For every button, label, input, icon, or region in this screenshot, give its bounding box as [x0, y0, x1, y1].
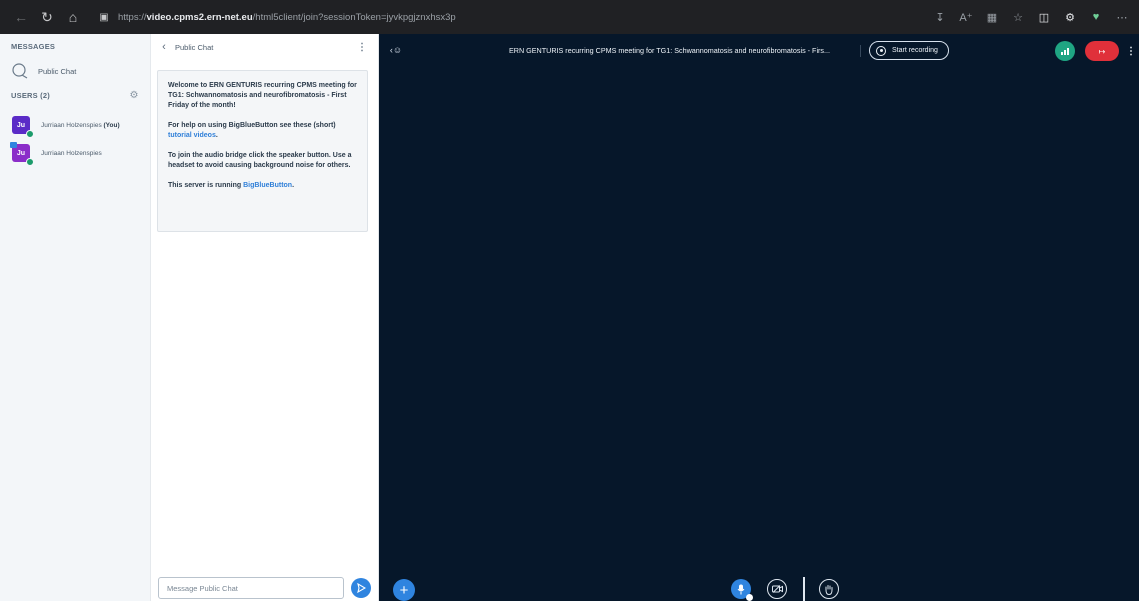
browser-toolbar: ← ↻ ⌂ ▣ https://video.cpms2.ern-net.eu/h…: [0, 0, 1139, 34]
presentation-area: ‹☺ ERN GENTURIS recurring CPMS meeting f…: [379, 34, 1139, 601]
server-text: This server is running BigBlueButton.: [168, 181, 357, 191]
chat-options-icon[interactable]: ⋮: [357, 40, 367, 54]
audio-settings-dot[interactable]: [746, 594, 753, 601]
bigbluebutton-link[interactable]: BigBlueButton: [243, 182, 292, 189]
user-name: Jurriaan Holzenspies: [41, 149, 102, 157]
url-scheme: https://: [118, 11, 147, 23]
avatar: Ju: [12, 116, 34, 138]
chat-header: ‹ Public Chat ⋮: [151, 34, 379, 60]
sidebar-item-public-chat[interactable]: Public Chat: [10, 62, 145, 80]
read-aloud-icon[interactable]: A⁺: [955, 4, 977, 30]
send-icon: [357, 583, 366, 593]
split-screen-icon[interactable]: ◫: [1033, 4, 1055, 30]
url-host: video.cpms2.ern-net.eu: [146, 11, 253, 23]
avatar-initials: Ju: [16, 149, 26, 157]
camera-badge-icon: [10, 142, 17, 148]
chat-title[interactable]: Public Chat: [175, 43, 213, 52]
user-list-item[interactable]: Ju Jurriaan Holzenspies (You): [12, 113, 147, 138]
avatar-initials: Ju: [16, 121, 26, 129]
user-name: Jurriaan Holzenspies (You): [41, 122, 120, 129]
refresh-icon[interactable]: ↻: [34, 4, 60, 30]
collections-icon[interactable]: ⚙: [1059, 4, 1081, 30]
public-chat-label: Public Chat: [38, 66, 77, 76]
share-webcam-button[interactable]: [767, 579, 787, 599]
browser-essentials-icon[interactable]: ♥: [1085, 4, 1107, 30]
nav-bar: ‹☺ ERN GENTURIS recurring CPMS meeting f…: [379, 34, 1139, 68]
chevron-left-icon[interactable]: ‹: [158, 41, 170, 53]
toolbar-divider: [803, 577, 805, 601]
public-chat-panel: ‹ Public Chat ⋮ Welcome to ERN GENTURIS …: [151, 34, 379, 601]
extensions-icon[interactable]: ▦: [981, 4, 1003, 30]
user-list-item[interactable]: Ju Jurriaan Holzenspies: [10, 141, 147, 166]
voice-status-icon: [26, 130, 34, 138]
server-prefix: This server is running: [168, 182, 242, 189]
record-label: Start recording: [892, 47, 938, 54]
favorite-star-icon[interactable]: ☆: [1007, 4, 1029, 30]
help-prefix: For help on using BigBlueButton see thes…: [168, 122, 336, 129]
gear-icon[interactable]: ⚙: [128, 89, 140, 101]
connection-status-button[interactable]: [1055, 41, 1075, 61]
chat-message-input[interactable]: Message Public Chat: [158, 577, 344, 599]
audio-text: To join the audio bridge click the speak…: [168, 152, 352, 169]
home-icon[interactable]: ⌂: [60, 4, 86, 30]
raise-hand-button[interactable]: [819, 579, 839, 599]
start-recording-button[interactable]: Start recording: [869, 41, 949, 60]
welcome-text: Welcome to ERN GENTURIS recurring CPMS m…: [168, 82, 357, 109]
lock-icon[interactable]: ▣: [96, 9, 112, 25]
users-sidebar: MESSAGES Public Chat USERS (2) ⚙ Ju Jurr…: [0, 34, 151, 601]
help-suffix: .: [215, 132, 218, 139]
user-name-text: Jurriaan Holzenspies: [41, 121, 102, 129]
download-icon[interactable]: ↧: [929, 4, 951, 30]
more-icon[interactable]: ⋯: [1111, 4, 1133, 30]
record-icon: [876, 45, 886, 56]
actions-plus-button[interactable]: +: [393, 579, 415, 601]
url-path: /html5client/join?sessionToken=jyvkpgjzn…: [252, 11, 456, 23]
chat-bubble-icon: [10, 62, 30, 80]
hand-icon: [825, 584, 833, 595]
unmute-button[interactable]: [731, 579, 753, 601]
voice-status-icon: [26, 158, 34, 166]
microphone-icon: [737, 584, 745, 594]
meeting-title: ERN GENTURIS recurring CPMS meeting for …: [509, 46, 831, 55]
server-suffix: .: [292, 182, 295, 189]
signal-bars-icon: [1061, 48, 1069, 55]
leave-meeting-button[interactable]: ↦: [1085, 41, 1119, 61]
help-text: For help on using BigBlueButton see thes…: [168, 121, 357, 141]
send-button[interactable]: [351, 578, 371, 598]
divider: [860, 45, 861, 57]
options-menu-icon[interactable]: ⋮: [1126, 44, 1136, 58]
address-bar[interactable]: ▣ https://video.cpms2.ern-net.eu/html5cl…: [96, 5, 926, 29]
avatar: Ju: [10, 142, 34, 166]
browser-actions: ↧ A⁺ ▦ ☆ ◫ ⚙ ♥ ⋯: [929, 4, 1133, 30]
toggle-user-list-icon[interactable]: ‹☺: [389, 43, 403, 57]
welcome-message: Welcome to ERN GENTURIS recurring CPMS m…: [157, 70, 368, 232]
messages-heading: MESSAGES: [11, 42, 56, 51]
users-heading: USERS (2): [11, 91, 50, 100]
camera-off-icon: [771, 585, 783, 593]
tutorial-link[interactable]: tutorial videos: [168, 132, 216, 139]
back-arrow-icon[interactable]: ←: [8, 4, 34, 30]
you-badge: (You): [103, 121, 120, 129]
